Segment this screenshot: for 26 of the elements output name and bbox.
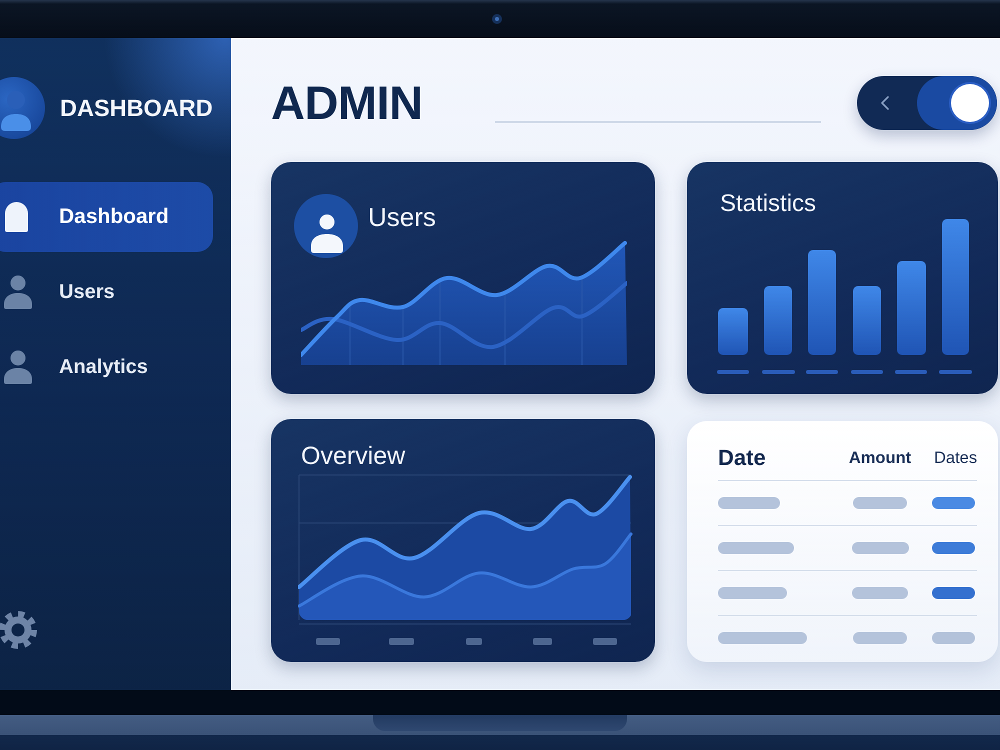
- brand-name: DASHBOARD: [60, 94, 213, 122]
- nav-item[interactable]: Dashboard: [0, 182, 213, 252]
- column-header: Dates: [934, 448, 977, 468]
- text-placeholder: [852, 542, 908, 554]
- settings-icon[interactable]: [0, 610, 38, 650]
- text-placeholder: [853, 632, 907, 644]
- arch-icon: [5, 202, 28, 232]
- toggle-switch[interactable]: [857, 76, 997, 130]
- text-placeholder: [853, 497, 907, 509]
- card-title: Users: [368, 202, 436, 232]
- card-title: Statistics: [720, 190, 818, 218]
- text-placeholder: [852, 587, 908, 599]
- nav-item[interactable]: Users: [0, 257, 213, 327]
- column-header: Amount: [848, 448, 912, 468]
- logo-icon: [0, 77, 45, 139]
- chevron-left-icon: [881, 96, 889, 110]
- card-title: Overview: [301, 441, 406, 471]
- text-placeholder: [718, 587, 787, 599]
- user-avatar-icon: [294, 194, 358, 258]
- user-icon: [3, 350, 33, 384]
- page-title: ADMIN: [271, 76, 423, 130]
- column-header: Date: [718, 445, 767, 471]
- nav-item[interactable]: Analytics: [0, 332, 213, 402]
- webcam-icon: [492, 14, 502, 24]
- text-placeholder: [718, 497, 780, 509]
- user-icon: [3, 275, 33, 309]
